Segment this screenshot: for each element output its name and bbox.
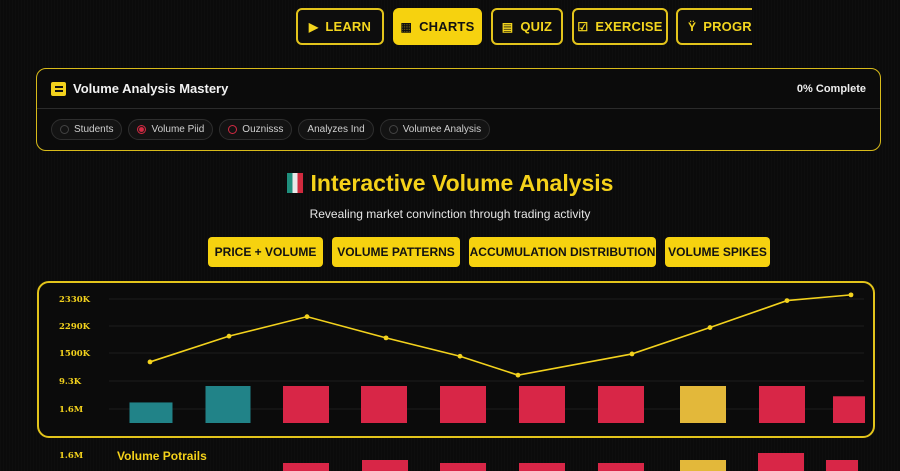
tab-quiz[interactable]: ▤ QUIZ <box>491 8 563 45</box>
price-point[interactable] <box>707 325 713 330</box>
chip-label: Volumee Analysis <box>402 124 482 135</box>
chip-label: Students <box>74 124 114 135</box>
volume-bar[interactable] <box>680 386 726 423</box>
price-point[interactable] <box>784 298 790 303</box>
tab-learn[interactable]: ▶ LEARN <box>296 8 384 45</box>
flag-icon <box>286 173 303 193</box>
volume-bar[interactable] <box>283 386 329 423</box>
y-tick-label: 2290K <box>59 322 91 332</box>
chip-label: Ouznisss <box>242 124 284 135</box>
price-point[interactable] <box>848 292 854 298</box>
volume-bar[interactable] <box>440 463 486 471</box>
target-icon <box>137 125 147 134</box>
tab-label: EXERCISE <box>595 19 663 34</box>
volume-bar[interactable] <box>680 460 726 471</box>
tab-charts[interactable]: ▦ CHARTS <box>393 8 482 45</box>
volume-bar[interactable] <box>833 396 865 423</box>
accumulation-distribution-button[interactable]: ACCUMULATION DISTRIBUTION <box>469 237 656 267</box>
course-title: Volume Analysis Mastery <box>73 81 229 96</box>
chip-analyzes-ind[interactable]: Analyzes Ind <box>298 119 374 140</box>
tab-label: CHARTS <box>419 19 475 34</box>
trophy-icon: Ÿ <box>688 19 697 34</box>
chip-students[interactable]: Students <box>51 119 123 140</box>
price-point[interactable] <box>515 372 521 378</box>
volume-bar[interactable] <box>440 386 486 423</box>
price-point[interactable] <box>629 351 635 357</box>
list-icon <box>51 82 66 96</box>
volume-spikes-button[interactable]: VOLUME SPIKES <box>665 237 770 267</box>
course-header: Volume Analysis Mastery 0% Complete <box>37 69 880 109</box>
volume-bar[interactable] <box>519 386 565 423</box>
top-nav: ▶ LEARN ▦ CHARTS ▤ QUIZ ☑ EXERCISE Ÿ PRO… <box>296 8 752 45</box>
page-title-text: Interactive Volume Analysis <box>310 170 614 196</box>
price-point[interactable] <box>147 359 153 365</box>
price-volume-button[interactable]: PRICE + VOLUME <box>208 237 323 267</box>
chip-volumee-analysis[interactable]: Volumee Analysis <box>379 119 491 140</box>
chip-label: Volume Piid <box>151 124 205 135</box>
price-line <box>149 294 852 376</box>
chip-volume-piid[interactable]: Volume Piid <box>128 119 214 140</box>
below-y-tick: 1.6M <box>59 451 84 461</box>
page-title: Interactive Volume Analysis <box>0 170 900 197</box>
volume-bar[interactable] <box>758 453 804 471</box>
price-point[interactable] <box>226 333 232 339</box>
tab-progress[interactable]: Ÿ PROGRESS <box>676 8 752 45</box>
volume-bar[interactable] <box>598 463 644 471</box>
y-tick-label: 1.6M <box>59 405 84 415</box>
completion-status: 0% Complete <box>796 83 866 95</box>
volume-patterns-button[interactable]: VOLUME PATTERNS <box>332 237 460 267</box>
volume-bar[interactable] <box>362 460 408 471</box>
play-icon: ▶ <box>308 19 319 34</box>
volume-bar[interactable] <box>598 386 644 423</box>
circle-icon <box>388 125 398 134</box>
tab-label: QUIZ <box>520 19 553 34</box>
price-point[interactable] <box>304 314 310 320</box>
tab-label: LEARN <box>325 19 372 34</box>
circle-icon <box>228 125 238 134</box>
circle-icon <box>60 125 69 134</box>
checkbox-icon: ☑ <box>577 19 589 34</box>
price-point[interactable] <box>383 335 389 341</box>
section-title: Volume Potrails <box>117 449 207 463</box>
volume-bar[interactable] <box>283 463 329 471</box>
price-point[interactable] <box>457 353 463 359</box>
course-panel: Volume Analysis Mastery 0% Complete Stud… <box>36 68 881 151</box>
volume-bar[interactable] <box>826 460 858 471</box>
volume-chart: 2330K 2290K 1500K 9.3K 1.6M <box>37 281 875 438</box>
document-icon: ▤ <box>501 19 514 34</box>
tab-exercise[interactable]: ☑ EXERCISE <box>572 8 668 45</box>
chart-canvas: 2330K 2290K 1500K 9.3K 1.6M <box>59 292 865 423</box>
chip-label: Analyzes Ind <box>307 124 365 135</box>
y-tick-label: 1500K <box>59 349 91 359</box>
tab-label: PROGRESS <box>703 19 752 34</box>
volume-bar[interactable] <box>759 386 805 423</box>
page-subtitle: Revealing market convinction through tra… <box>309 207 591 221</box>
y-tick-label: 2330K <box>59 295 91 305</box>
volume-bar[interactable] <box>129 402 173 423</box>
chip-ouznisss[interactable]: Ouznisss <box>219 119 293 140</box>
topic-chips: Students Volume Piid Ouznisss Analyzes I… <box>51 119 491 140</box>
y-tick-label: 9.3K <box>59 377 82 387</box>
grid-icon: ▦ <box>400 19 413 34</box>
volume-bar[interactable] <box>205 386 251 423</box>
volume-bar[interactable] <box>519 463 565 471</box>
volume-bar[interactable] <box>361 386 407 423</box>
